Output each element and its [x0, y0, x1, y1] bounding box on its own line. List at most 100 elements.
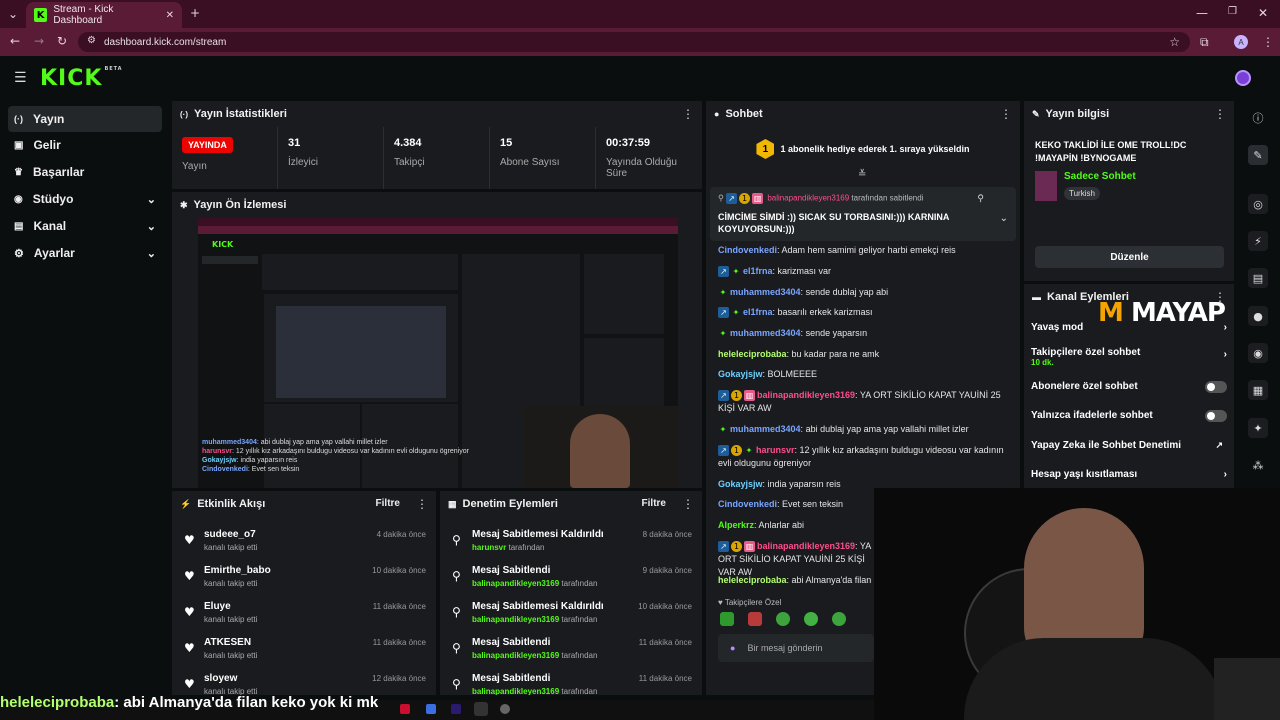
activity-user[interactable]: sloyew	[204, 673, 237, 684]
chat-user[interactable]: el1frna	[743, 307, 773, 317]
browser-tab[interactable]: K Stream - Kick Dashboard ✕	[26, 2, 182, 28]
layout-icon[interactable]: ▦	[1248, 380, 1268, 400]
info-icon[interactable]: ⓘ	[1248, 108, 1268, 128]
back-icon[interactable]: ←	[10, 34, 20, 48]
reload-icon[interactable]: ↻	[57, 34, 67, 48]
document-icon[interactable]: ▤	[1248, 268, 1268, 288]
chat-user[interactable]: harunsvr	[756, 445, 795, 455]
kebab-menu-icon[interactable]: ⋮	[416, 497, 428, 511]
chat-text: bu kadar para ne amk	[791, 349, 880, 359]
activity-user[interactable]: Emirthe_babo	[204, 565, 271, 576]
mod-user[interactable]: balinapandikleyen3169	[472, 687, 559, 695]
chat-user[interactable]: muhammed3404	[730, 287, 801, 297]
collapse-icon[interactable]: ≚	[858, 169, 866, 180]
sidebar-item-kanal[interactable]: ▤ Kanal ⌄	[8, 213, 162, 239]
subs-only-toggle[interactable]	[1205, 381, 1227, 393]
chat-user[interactable]: heleleciprobaba	[718, 575, 787, 585]
chat-input[interactable]: ● Bir mesaj gönderin	[718, 634, 874, 662]
chat-user[interactable]: el1frna	[743, 266, 773, 276]
kick-logo[interactable]: KICK BETA	[40, 66, 123, 91]
pinned-by-user[interactable]: balinapandikleyen3169	[767, 194, 849, 203]
setting-slow-mode[interactable]: Yavaş mod ›	[1031, 322, 1227, 333]
setting-label: Yapay Zeka ile Sohbet Denetimi	[1031, 440, 1182, 451]
chat-bubble-icon[interactable]: ●	[1248, 306, 1268, 326]
tab-search-icon[interactable]: ⌄	[8, 7, 18, 21]
chevron-down-icon[interactable]: ⌄	[1000, 213, 1008, 224]
chat-user[interactable]: Gokayjsjw	[718, 369, 763, 379]
preview-chat-text: abi dublaj yap ama yap vallahi millet iz…	[260, 439, 388, 446]
mod-user[interactable]: harunsvr	[472, 543, 506, 552]
bolt-icon[interactable]: ⚡	[1248, 231, 1268, 251]
sidebar-item-ayarlar[interactable]: ⚙ Ayarlar ⌄	[8, 240, 162, 266]
profile-avatar[interactable]: A	[1234, 35, 1248, 49]
chat-message: ↗ 1 ✦ harunsvr: 12 yıllık kız arkadaşını bu…	[718, 445, 1004, 468]
chat-user[interactable]: balinapandikleyen3169	[757, 541, 855, 551]
chat-user[interactable]: Cindovenkedi	[718, 499, 777, 509]
sidebar-item-basarilar[interactable]: ♛ Başarılar	[8, 159, 162, 185]
chat-user[interactable]: Cindovenkedi	[718, 245, 777, 255]
chat-user[interactable]: balinapandikleyen3169	[757, 390, 855, 400]
setting-account-age[interactable]: Hesap yaşı kısıtlaması ›	[1031, 469, 1227, 480]
emote-icon[interactable]	[832, 612, 846, 626]
mod-user[interactable]: balinapandikleyen3169	[472, 651, 559, 660]
emote-icon[interactable]	[748, 612, 762, 626]
browser-menu-icon[interactable]: ⋮	[1262, 35, 1274, 49]
chat-user[interactable]: heleleciprobaba	[718, 349, 787, 359]
emote-only-toggle[interactable]	[1205, 410, 1227, 422]
kebab-menu-icon[interactable]: ⋮	[1214, 107, 1226, 121]
chrome-taskbar-icon[interactable]	[474, 702, 488, 716]
menu-hamburger-icon[interactable]: ☰	[14, 70, 27, 86]
chat-user[interactable]: muhammed3404	[730, 424, 801, 434]
tab-close-icon[interactable]: ✕	[166, 10, 174, 21]
window-close-icon[interactable]: ✕	[1258, 6, 1268, 20]
filter-button[interactable]: Filtre	[642, 498, 666, 509]
forward-icon[interactable]: →	[34, 34, 44, 48]
chat-user[interactable]: Alperkrz	[718, 520, 754, 530]
activity-user[interactable]: Eluye	[204, 601, 231, 612]
bookmark-star-icon[interactable]: ☆	[1169, 35, 1180, 49]
address-bar[interactable]: ⚙ dashboard.kick.com/stream ☆	[78, 32, 1190, 52]
setting-followers-only[interactable]: Takipçilere özel sohbet 10 dk. ›	[1031, 347, 1227, 367]
sidebar-item-gelir[interactable]: ▣ Gelir	[8, 132, 162, 158]
setting-ai-moderation[interactable]: Yapay Zeka ile Sohbet Denetimi ↗	[1031, 440, 1227, 451]
camera-icon[interactable]: ◎	[1248, 194, 1268, 214]
emote-icon[interactable]	[776, 612, 790, 626]
mod-user[interactable]: balinapandikleyen3169	[472, 579, 559, 588]
taskbar-app-icon[interactable]	[426, 704, 436, 714]
edit-button[interactable]: Düzenle	[1035, 246, 1224, 268]
user-avatar[interactable]	[1235, 70, 1251, 86]
new-tab-icon[interactable]: +	[190, 6, 200, 20]
site-info-icon[interactable]: ⚙	[87, 35, 96, 46]
sidebar-item-studyo[interactable]: ◉ Stüdyo ⌄	[8, 186, 162, 212]
kebab-menu-icon[interactable]: ⋮	[682, 107, 694, 121]
taskbar-app-icon[interactable]	[400, 704, 410, 714]
restore-icon[interactable]: ❐	[1228, 6, 1237, 17]
wrench-icon[interactable]: ✦	[1248, 418, 1268, 438]
filter-button[interactable]: Filtre	[376, 498, 400, 509]
kebab-menu-icon[interactable]: ⋮	[1000, 107, 1012, 121]
chat-user[interactable]: Gokayjsjw	[718, 479, 763, 489]
activity-user[interactable]: ATKESEN	[204, 637, 251, 648]
emote-icon[interactable]	[720, 612, 734, 626]
broadcast-icon[interactable]: ◉	[1248, 343, 1268, 363]
studio-icon: ◉	[14, 193, 23, 205]
chat-user[interactable]: muhammed3404	[730, 328, 801, 338]
apps-icon[interactable]: ⁂	[1248, 455, 1268, 475]
sidebar-item-yayin[interactable]: (·) Yayın	[8, 106, 162, 132]
category-link[interactable]: Sadece Sohbet	[1064, 171, 1136, 182]
taskbar-app-icon[interactable]	[451, 704, 461, 714]
sparkle-badge-icon: ✦	[719, 329, 727, 339]
activity-user[interactable]: sudeee_o7	[204, 529, 256, 540]
stream-preview-video[interactable]: KICK muhammed3404: abi dublaj yap ama ya…	[198, 218, 678, 488]
gift-badge-icon: ▥	[744, 390, 755, 402]
unpin-icon[interactable]: ⚲	[977, 193, 984, 204]
taskbar-app-icon[interactable]	[500, 704, 510, 714]
kebab-menu-icon[interactable]: ⋮	[682, 497, 694, 511]
emote-icon[interactable]	[804, 612, 818, 626]
extensions-icon[interactable]: ⧉	[1200, 35, 1209, 50]
microphone-icon[interactable]: ●	[730, 643, 735, 653]
preview-chat-text: Evet sen teksin	[251, 466, 300, 473]
mod-user[interactable]: balinapandikleyen3169	[472, 615, 559, 624]
minimize-icon[interactable]: —	[1196, 6, 1208, 20]
pencil-icon[interactable]: ✎	[1248, 145, 1268, 165]
